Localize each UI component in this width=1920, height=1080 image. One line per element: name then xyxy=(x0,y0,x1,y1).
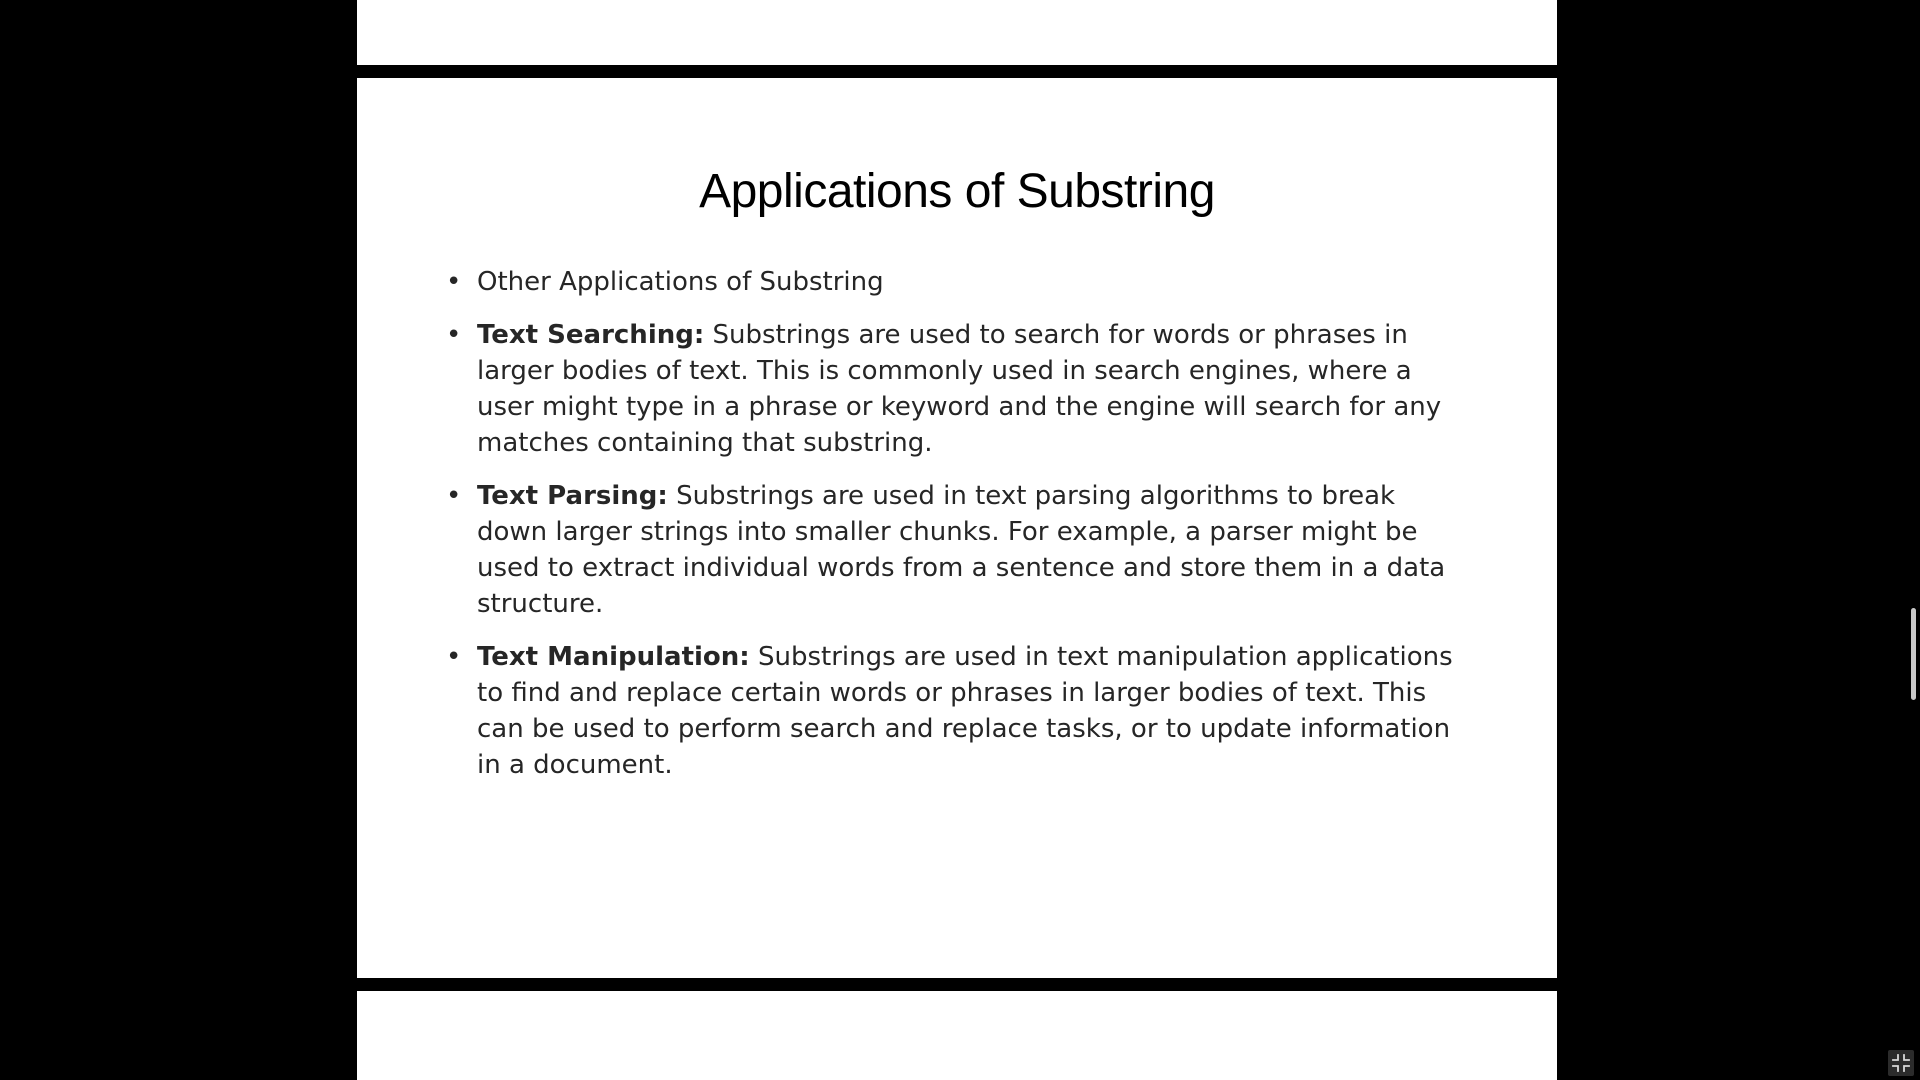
bullet-text: Other Applications of Substring xyxy=(477,267,884,297)
exit-fullscreen-button[interactable] xyxy=(1888,1050,1914,1076)
bullet-item: Text Searching: Substrings are used to s… xyxy=(446,317,1467,461)
slide-title: Applications of Substring xyxy=(699,165,1215,218)
scrollbar-thumb[interactable] xyxy=(1911,608,1916,700)
bullet-term: Text Searching: xyxy=(477,320,705,350)
bullet-term: Text Parsing: xyxy=(477,481,668,511)
next-slide[interactable] xyxy=(357,991,1557,1080)
bullet-item: Other Applications of Substring xyxy=(446,264,1467,300)
bullet-list: Other Applications of Substring Text Sea… xyxy=(446,264,1467,800)
vertical-scrollbar[interactable] xyxy=(1906,0,1920,1080)
current-slide: Applications of Substring Other Applicat… xyxy=(357,78,1557,978)
bullet-item: Text Parsing: Substrings are used in tex… xyxy=(446,478,1467,622)
exit-fullscreen-icon xyxy=(1892,1054,1910,1072)
previous-slide[interactable] xyxy=(357,0,1557,65)
bullet-item: Text Manipulation: Substrings are used i… xyxy=(446,639,1467,783)
presentation-viewer: Applications of Substring Other Applicat… xyxy=(0,0,1920,1080)
bullet-term: Text Manipulation: xyxy=(477,642,750,672)
